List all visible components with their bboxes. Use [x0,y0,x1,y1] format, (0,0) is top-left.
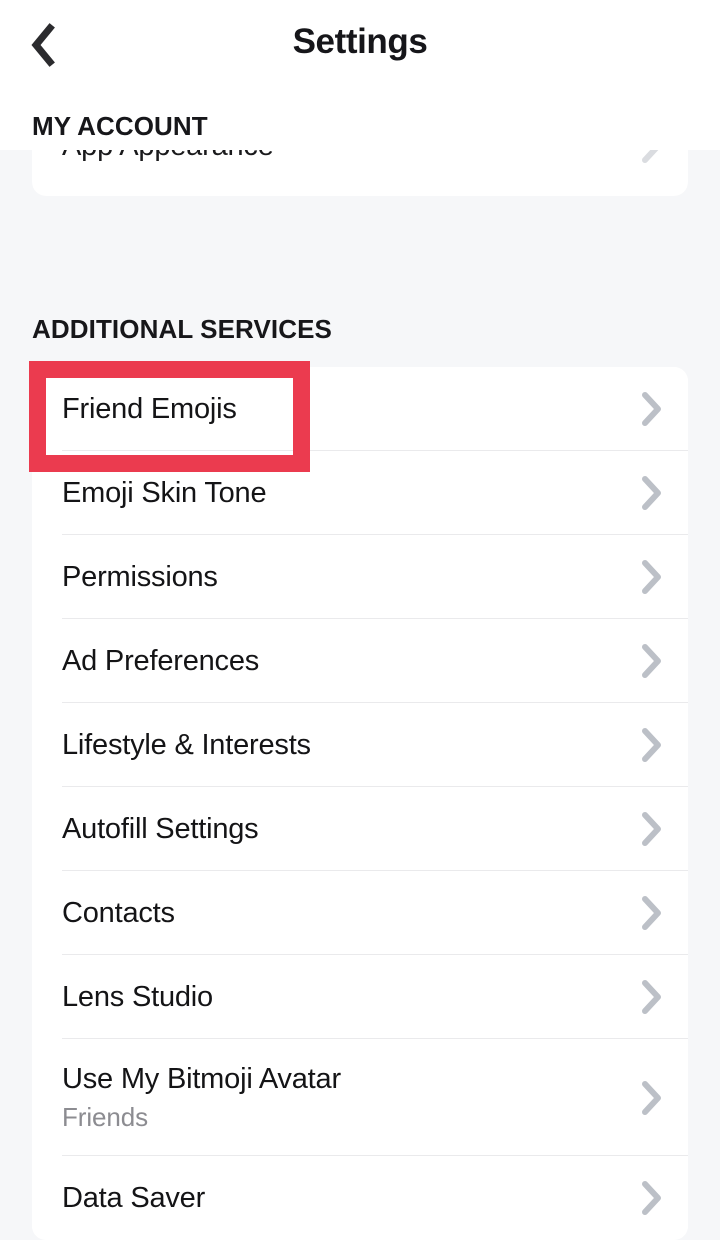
row-text-group: Friend Emojis [62,393,616,425]
chevron-right-icon [616,1180,688,1216]
row-text-group: Autofill Settings [62,813,616,845]
chevron-right-icon [616,559,688,595]
section-heading-my-account: MY ACCOUNT [32,111,208,141]
chevron-right-icon [616,475,688,511]
row-text-group: Lifestyle & Interests [62,729,616,761]
settings-row-label: Lifestyle & Interests [62,728,311,761]
settings-row-lifestyle-interests[interactable]: Lifestyle & Interests [32,703,688,787]
settings-row-contacts[interactable]: Contacts [32,871,688,955]
row-text-group: Lens Studio [62,981,616,1013]
settings-row-friend-emojis[interactable]: Friend Emojis [32,367,688,451]
settings-row-value: Friends [62,1101,148,1132]
settings-row-ad-preferences[interactable]: Ad Preferences [32,619,688,703]
chevron-right-icon [616,979,688,1015]
settings-row-lens-studio[interactable]: Lens Studio [32,955,688,1039]
row-text-group: Data Saver [62,1182,616,1214]
settings-row-label: Contacts [62,896,175,929]
chevron-right-icon [616,811,688,847]
additional-services-card: Friend Emojis Emoji Skin Tone Permission… [32,367,688,1240]
chevron-right-icon [616,1080,688,1116]
settings-screen: App Appearance ADDITIONAL SERVICES Frien… [0,0,720,1240]
settings-row-label: Data Saver [62,1181,206,1214]
row-text-group: Ad Preferences [62,645,616,677]
chevron-right-icon [616,895,688,931]
settings-row-permissions[interactable]: Permissions [32,535,688,619]
row-text-group: Emoji Skin Tone [62,477,616,509]
settings-row-label: Emoji Skin Tone [62,476,267,509]
settings-row-autofill-settings[interactable]: Autofill Settings [32,787,688,871]
settings-row-use-my-bitmoji-avatar[interactable]: Use My Bitmoji Avatar Friends [32,1039,688,1156]
settings-row-label: Use My Bitmoji Avatar [62,1063,341,1096]
page-title: Settings [292,22,428,61]
settings-row-emoji-skin-tone[interactable]: Emoji Skin Tone [32,451,688,535]
chevron-right-icon [616,391,688,427]
section-heading-additional-services: ADDITIONAL SERVICES [32,314,332,344]
settings-row-label: Ad Preferences [62,644,260,677]
chevron-right-icon [616,643,688,679]
row-text-group: Use My Bitmoji Avatar Friends [62,1063,616,1131]
row-text-group: Permissions [62,561,616,593]
settings-row-label: Friend Emojis [62,392,237,425]
settings-row-label: Autofill Settings [62,812,259,845]
settings-row-label: Permissions [62,560,218,593]
chevron-right-icon [616,727,688,763]
settings-row-label: Lens Studio [62,980,213,1013]
app-header: Settings MY ACCOUNT [0,0,720,150]
row-text-group: Contacts [62,897,616,929]
settings-row-data-saver[interactable]: Data Saver [32,1156,688,1240]
